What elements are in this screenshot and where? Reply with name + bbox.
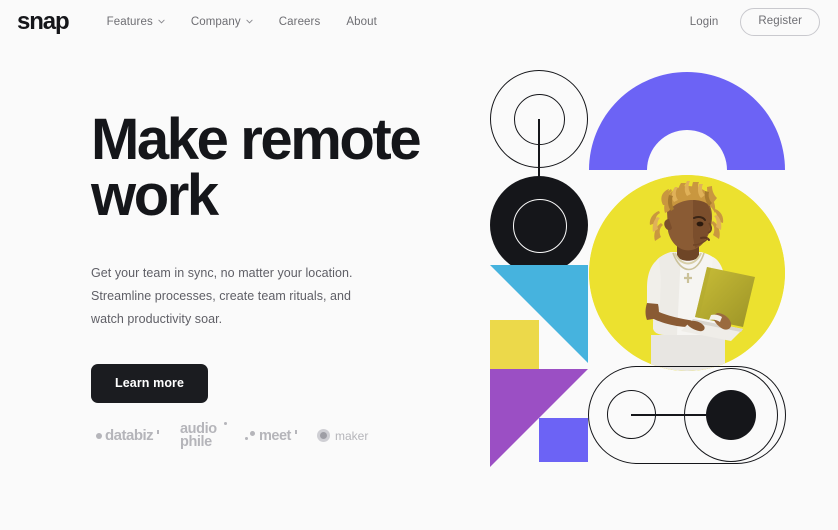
yellow-photo-circle-shape (589, 175, 785, 371)
hero-artwork (488, 70, 786, 467)
hero-subcopy: Get your team in sync, no matter your lo… (91, 266, 353, 326)
brand-logo[interactable]: snap (17, 10, 70, 34)
trademark-tick-icon (157, 430, 160, 435)
trademark-tick-icon (294, 429, 297, 434)
swirl-mark-icon (317, 429, 330, 443)
client-logo-maker: maker (317, 429, 368, 443)
client-logo-label: maker (335, 428, 369, 443)
person-with-laptop-illustration (589, 175, 785, 371)
learn-more-button[interactable]: Learn more (91, 363, 209, 404)
top-navigation-bar: snap Features Company Careers About Logi… (0, 0, 838, 44)
dot-mark-icon (224, 422, 227, 425)
login-link[interactable]: Login (690, 16, 719, 28)
register-button[interactable]: Register (740, 7, 820, 37)
two-dots-icon (245, 431, 255, 441)
nav-account-actions: Login Register (690, 7, 820, 37)
primary-nav: Features Company Careers About (107, 16, 377, 28)
purple-arch-shape (589, 72, 785, 170)
client-logo-label: meet (259, 427, 291, 444)
nav-item-features[interactable]: Features (107, 16, 165, 28)
chevron-down-icon (158, 18, 165, 25)
nav-item-careers[interactable]: Careers (279, 16, 321, 28)
stadium-black-dot-shape (706, 390, 756, 440)
nav-item-label: Careers (278, 16, 321, 28)
dot-mark-icon (96, 432, 102, 439)
nav-link-list: Features Company Careers About (107, 16, 377, 28)
client-logo-databiz: databiz (96, 427, 180, 444)
chevron-down-icon (246, 18, 253, 25)
client-logo-label: databiz (105, 427, 154, 445)
yellow-square-shape (490, 320, 539, 369)
client-logo-meet: meet (245, 428, 317, 444)
hero-text-column: Make remote work Get your team in sync, … (91, 107, 451, 404)
periwinkle-square-shape (539, 418, 588, 462)
nav-item-about[interactable]: About (346, 16, 377, 28)
nav-item-label: Features (106, 16, 153, 28)
vertical-stem-shape (538, 119, 540, 182)
client-logo-strip: databiz audio phile meet maker (96, 422, 368, 450)
client-logo-audiophile: audio phile (180, 422, 245, 450)
client-logo-label-line2: phile (180, 433, 212, 450)
hero-headline: Make remote work (91, 107, 422, 228)
nav-item-label: Company (190, 16, 241, 28)
stadium-small-ring-shape (607, 390, 656, 439)
nav-item-company[interactable]: Company (191, 16, 253, 28)
nav-item-label: About (346, 16, 377, 28)
black-donut-shape (490, 176, 588, 274)
